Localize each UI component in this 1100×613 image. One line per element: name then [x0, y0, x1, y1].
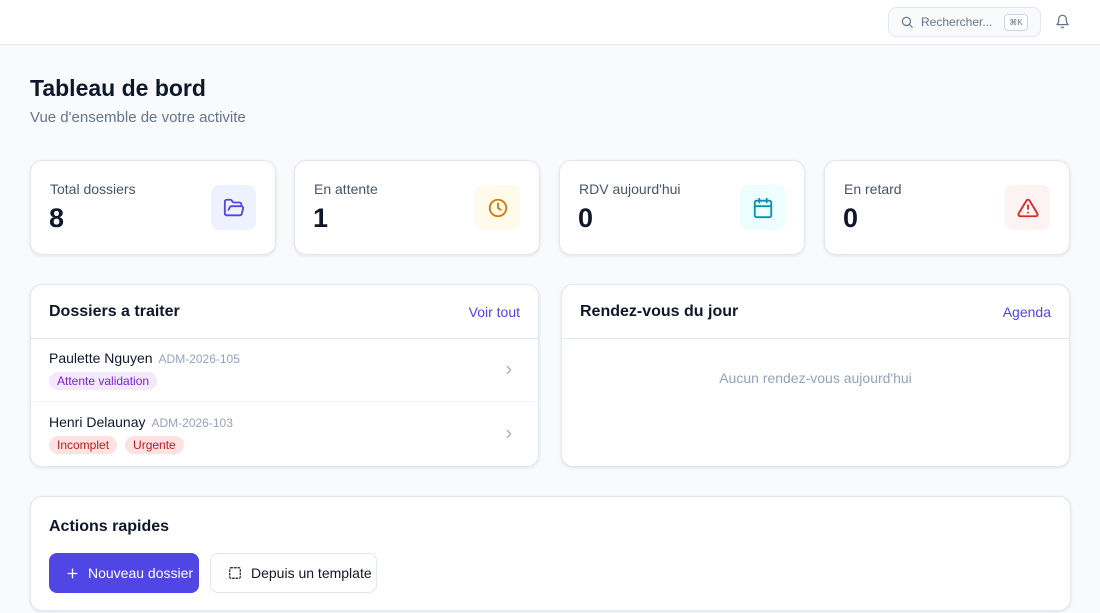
- stat-icon-box: [475, 185, 520, 230]
- stat-icon-box: [211, 185, 256, 230]
- top-bar: Rechercher... ⌘K: [0, 0, 1100, 45]
- stat-value: 1: [313, 203, 329, 233]
- depuis-template-button[interactable]: Depuis un template: [210, 553, 377, 593]
- empty-state-text: Aucun rendez-vous aujourd'hui: [719, 370, 912, 386]
- divider: [562, 338, 1069, 339]
- stat-card-en-attente: En attente 1: [294, 160, 540, 255]
- rdv-panel-title: Rendez-vous du jour: [580, 303, 739, 320]
- dossiers-panel: Dossiers a traiter Voir tout Paulette Ng…: [30, 284, 539, 467]
- actions-panel: Actions rapides Nouveau dossier Depuis u…: [30, 496, 1071, 611]
- dossier-ref: ADM-2026-105: [158, 352, 240, 366]
- chevron-right-icon: [506, 429, 512, 439]
- stat-card-total-dossiers: Total dossiers 8: [30, 160, 276, 255]
- rdv-panel: Rendez-vous du jour Agenda Aucun rendez-…: [561, 284, 1070, 467]
- voir-tout-link[interactable]: Voir tout: [469, 304, 520, 320]
- stat-label: En retard: [844, 181, 902, 197]
- stat-icon-box: [1005, 185, 1050, 230]
- stat-value: 8: [49, 203, 65, 233]
- button-label: Nouveau dossier: [88, 565, 194, 581]
- search-placeholder: Rechercher...: [921, 15, 993, 29]
- page-subtitle: Vue d'ensemble de votre activite: [30, 109, 246, 126]
- folder-open-icon: [223, 198, 244, 216]
- stat-card-en-retard: En retard 0: [824, 160, 1070, 255]
- alert-triangle-icon: [1017, 198, 1038, 217]
- status-badge: Incomplet: [49, 436, 118, 454]
- stat-label: En attente: [314, 181, 378, 197]
- dossier-ref: ADM-2026-103: [151, 416, 233, 430]
- dossier-name: Paulette Nguyen: [49, 350, 153, 366]
- template-icon: [229, 567, 241, 579]
- notifications-button[interactable]: [1055, 14, 1070, 34]
- search-box[interactable]: Rechercher... ⌘K: [888, 7, 1041, 37]
- stat-label: RDV aujourd'hui: [579, 181, 681, 197]
- plus-icon: [67, 567, 78, 579]
- stat-value: 0: [843, 203, 859, 233]
- search-icon: [901, 16, 913, 28]
- page-title: Tableau de bord: [30, 75, 206, 101]
- search-shortcut: ⌘K: [1004, 14, 1028, 31]
- status-badge: Attente validation: [49, 372, 158, 390]
- stat-icon-box: [740, 185, 785, 230]
- button-label: Depuis un template: [251, 565, 372, 581]
- stat-value: 0: [578, 203, 594, 233]
- stat-card-rdv-aujourdhui: RDV aujourd'hui 0: [559, 160, 805, 255]
- priority-badge: Urgente: [125, 436, 184, 454]
- calendar-icon: [753, 197, 772, 218]
- chevron-right-icon: [506, 365, 512, 375]
- dossier-row[interactable]: Paulette Nguyen ADM-2026-105 Attente vali…: [31, 338, 538, 402]
- dossier-row[interactable]: Henri Delaunay ADM-2026-103 Incomplet Urg…: [31, 402, 538, 466]
- dossier-name: Henri Delaunay: [49, 414, 146, 430]
- dossiers-panel-title: Dossiers a traiter: [49, 303, 180, 320]
- bell-icon: [1056, 14, 1069, 29]
- stat-label: Total dossiers: [50, 181, 136, 197]
- actions-panel-title: Actions rapides: [49, 518, 170, 535]
- clock-icon: [488, 198, 507, 217]
- nouveau-dossier-button[interactable]: Nouveau dossier: [49, 553, 199, 593]
- agenda-link[interactable]: Agenda: [1003, 304, 1051, 320]
